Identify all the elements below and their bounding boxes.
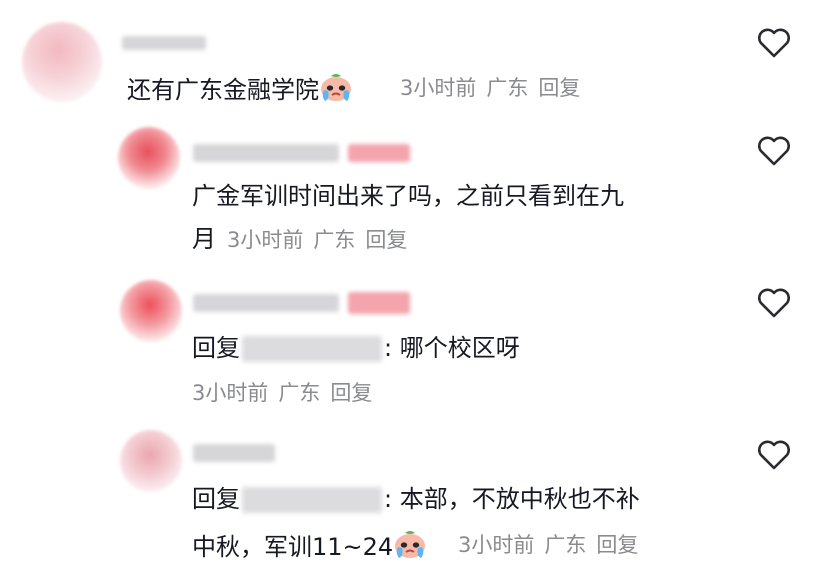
reply-prefix: 回复 <box>192 334 240 362</box>
username-blurred[interactable] <box>193 144 339 162</box>
comment-meta: 3小时前 广东 回复 <box>400 75 590 101</box>
comment-text-line2: 中秋，军训11~24 <box>192 529 427 562</box>
avatar[interactable] <box>120 430 182 492</box>
comment-text: 回复 : 本部，不放中秋也不补 <box>192 484 640 514</box>
comment-meta: 3小时前 广东 回复 <box>227 227 417 253</box>
location: 广东 <box>486 76 529 100</box>
comment-text: 广金军训时间出来了吗，之前只看到在九 <box>192 182 624 210</box>
reply-button[interactable]: 回复 <box>596 533 638 557</box>
avatar[interactable] <box>118 127 180 189</box>
author-badge-blurred <box>348 144 410 162</box>
heart-outline-icon[interactable] <box>757 288 791 318</box>
location: 广东 <box>313 228 356 252</box>
crying-face-emoji-icon <box>395 531 426 558</box>
mentioned-user-blurred[interactable] <box>242 487 382 513</box>
comment-text: 还有广东金融学院 <box>127 72 353 105</box>
heart-outline-icon[interactable] <box>757 440 791 470</box>
location: 广东 <box>544 533 587 557</box>
heart-outline-icon[interactable] <box>757 28 791 58</box>
reply-body: : 本部，不放中秋也不补 <box>384 485 640 513</box>
comment-text: 回复 : 哪个校区呀 <box>192 333 520 363</box>
comment-text-line2: 月 <box>192 225 216 253</box>
location: 广东 <box>278 381 321 405</box>
reply-prefix: 回复 <box>192 485 240 513</box>
username-blurred[interactable] <box>122 36 206 50</box>
reply-button[interactable]: 回复 <box>330 381 372 405</box>
username-blurred[interactable] <box>193 294 339 312</box>
reply-button[interactable]: 回复 <box>538 76 580 100</box>
username-blurred[interactable] <box>193 444 275 462</box>
timestamp: 3小时前 <box>227 228 304 252</box>
comment-meta: 3小时前 广东 回复 <box>192 380 382 406</box>
mentioned-user-blurred[interactable] <box>242 336 382 362</box>
author-badge-blurred <box>348 292 410 314</box>
comment-meta: 3小时前 广东 回复 <box>458 532 648 558</box>
timestamp: 3小时前 <box>400 76 477 100</box>
reply-button[interactable]: 回复 <box>365 228 407 252</box>
heart-outline-icon[interactable] <box>757 136 791 166</box>
avatar[interactable] <box>120 280 182 342</box>
timestamp: 3小时前 <box>458 533 535 557</box>
crying-face-emoji-icon <box>321 74 351 101</box>
timestamp: 3小时前 <box>192 381 269 405</box>
reply-body: : 哪个校区呀 <box>384 334 520 362</box>
avatar[interactable] <box>22 22 102 102</box>
